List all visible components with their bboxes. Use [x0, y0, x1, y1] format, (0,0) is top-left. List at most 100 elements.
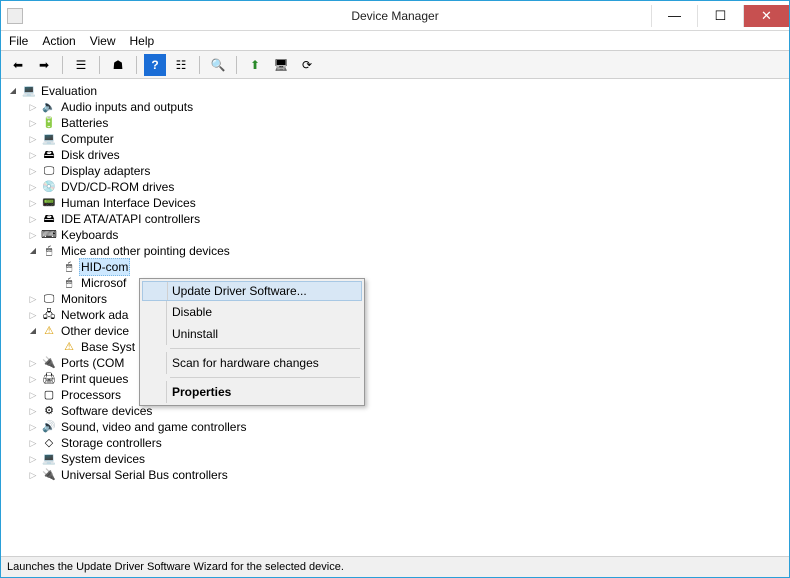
tree-item-label: Other device — [59, 323, 131, 339]
usb-icon: 🔌 — [41, 468, 57, 482]
maximize-button[interactable]: ☐ — [697, 5, 743, 27]
expand-arrow-icon[interactable] — [27, 163, 39, 180]
mouse-icon: 🖱 — [41, 244, 57, 258]
tree-item-sound[interactable]: 🔊 Sound, video and game controllers — [1, 419, 789, 435]
expand-arrow-icon[interactable] — [27, 451, 39, 468]
disable-button[interactable]: ⟳ — [296, 54, 318, 76]
toolbar-icon[interactable]: ☷ — [170, 54, 192, 76]
network-icon: 🖧 — [41, 308, 57, 322]
tree-item-computer[interactable]: 💻 Computer — [1, 131, 789, 147]
expand-arrow-icon[interactable] — [27, 419, 39, 436]
expand-arrow-icon[interactable] — [27, 403, 39, 420]
tree-item-processors[interactable]: ▢ Processors — [1, 387, 789, 403]
uninstall-button[interactable]: 🖥 — [270, 54, 292, 76]
properties-button[interactable]: ☗ — [107, 54, 129, 76]
menu-help[interactable]: Help — [130, 34, 155, 48]
tree-item-dvd[interactable]: 💿 DVD/CD-ROM drives — [1, 179, 789, 195]
tree-item-label: DVD/CD-ROM drives — [59, 179, 176, 195]
disk-icon: 🖴 — [41, 148, 57, 162]
cd-icon: 💿 — [41, 180, 57, 194]
tree-item-base-system[interactable]: ⚠ Base Syst — [1, 339, 789, 355]
tree-item-printqueues[interactable]: 🖨 Print queues — [1, 371, 789, 387]
speaker-icon: 🔈 — [41, 100, 57, 114]
back-button[interactable]: ⬅ — [7, 54, 29, 76]
tree-item-ide[interactable]: 🖴 IDE ATA/ATAPI controllers — [1, 211, 789, 227]
tree-item-label: Human Interface Devices — [59, 195, 198, 211]
expand-arrow-icon[interactable] — [27, 147, 39, 164]
expand-arrow-icon[interactable] — [27, 227, 39, 244]
tree-item-label: Universal Serial Bus controllers — [59, 467, 230, 483]
expand-arrow-icon[interactable] — [27, 291, 39, 308]
tree-item-label: Mice and other pointing devices — [59, 243, 232, 259]
expand-arrow-icon[interactable] — [27, 99, 39, 116]
expand-arrow-icon[interactable] — [27, 387, 39, 404]
tree-item-label: Print queues — [59, 371, 130, 387]
expand-arrow-icon[interactable] — [27, 195, 39, 212]
tree-item-ports[interactable]: 🔌 Ports (COM — [1, 355, 789, 371]
expand-arrow-icon[interactable] — [27, 179, 39, 196]
tree-item-ms-mouse[interactable]: 🖱 Microsof — [1, 275, 789, 291]
warning-icon: ⚠ — [61, 340, 77, 354]
show-hide-tree-button[interactable]: ☰ — [70, 54, 92, 76]
context-menu-properties[interactable]: Properties — [142, 381, 362, 403]
tree-item-other[interactable]: ⚠ Other device — [1, 323, 789, 339]
toolbar-separator — [236, 56, 237, 74]
expand-arrow-icon[interactable] — [27, 467, 39, 484]
expand-arrow-icon[interactable] — [27, 323, 39, 339]
tree-item-usb[interactable]: 🔌 Universal Serial Bus controllers — [1, 467, 789, 483]
expand-arrow-icon[interactable] — [27, 371, 39, 388]
tree-item-label: Disk drives — [59, 147, 122, 163]
tree-item-mice[interactable]: 🖱 Mice and other pointing devices — [1, 243, 789, 259]
context-menu-label: Scan for hardware changes — [172, 356, 319, 370]
tree-item-network[interactable]: 🖧 Network ada — [1, 307, 789, 323]
context-menu: Update Driver Software... Disable Uninst… — [139, 278, 365, 406]
menu-view[interactable]: View — [90, 34, 116, 48]
tree-item-hid-mouse[interactable]: 🖱 HID-com — [1, 259, 789, 275]
expand-arrow-icon[interactable] — [27, 307, 39, 324]
tree-item-system[interactable]: 💻 System devices — [1, 451, 789, 467]
tree-item-label: Keyboards — [59, 227, 120, 243]
expand-arrow-icon[interactable] — [27, 115, 39, 132]
expand-arrow-icon[interactable] — [27, 211, 39, 228]
menu-action[interactable]: Action — [42, 34, 75, 48]
menubar: File Action View Help — [1, 31, 789, 51]
forward-button[interactable]: ➡ — [33, 54, 55, 76]
tree-item-software[interactable]: ⚙ Software devices — [1, 403, 789, 419]
toolbar-separator — [199, 56, 200, 74]
expand-arrow-icon[interactable] — [7, 83, 19, 99]
warning-icon: ⚠ — [41, 324, 57, 338]
tree-item-monitors[interactable]: 🖵 Monitors — [1, 291, 789, 307]
statusbar: Launches the Update Driver Software Wiza… — [1, 557, 789, 577]
tree-root[interactable]: 💻 Evaluation — [1, 83, 789, 99]
expand-arrow-icon[interactable] — [27, 355, 39, 372]
battery-icon: 🔋 — [41, 116, 57, 130]
tree-item-batteries[interactable]: 🔋 Batteries — [1, 115, 789, 131]
minimize-button[interactable]: — — [651, 5, 697, 27]
context-menu-separator — [170, 377, 360, 378]
toolbar-separator — [136, 56, 137, 74]
context-menu-disable[interactable]: Disable — [142, 301, 362, 323]
scan-hardware-button[interactable]: 🔍 — [207, 54, 229, 76]
help-button[interactable]: ? — [144, 54, 166, 76]
expand-arrow-icon[interactable] — [27, 243, 39, 259]
tree-item-diskdrives[interactable]: 🖴 Disk drives — [1, 147, 789, 163]
toolbar-separator — [62, 56, 63, 74]
tree-item-keyboards[interactable]: ⌨ Keyboards — [1, 227, 789, 243]
context-menu-uninstall[interactable]: Uninstall — [142, 323, 362, 345]
sound-icon: 🔊 — [41, 420, 57, 434]
tree-item-audio[interactable]: 🔈 Audio inputs and outputs — [1, 99, 789, 115]
expand-arrow-icon[interactable] — [27, 435, 39, 452]
close-button[interactable]: ✕ — [743, 5, 789, 27]
expand-arrow-icon[interactable] — [27, 131, 39, 148]
context-menu-update-driver[interactable]: Update Driver Software... — [142, 281, 362, 301]
tree-item-display[interactable]: 🖵 Display adapters — [1, 163, 789, 179]
context-menu-scan[interactable]: Scan for hardware changes — [142, 352, 362, 374]
toolbar-separator — [99, 56, 100, 74]
monitor-icon: 🖵 — [41, 292, 57, 306]
tree-item-label: Network ada — [59, 307, 130, 323]
tree-item-storage[interactable]: ◇ Storage controllers — [1, 435, 789, 451]
system-icon: 💻 — [41, 452, 57, 466]
update-driver-button[interactable]: ⬆ — [244, 54, 266, 76]
menu-file[interactable]: File — [9, 34, 28, 48]
tree-item-hid[interactable]: 📟 Human Interface Devices — [1, 195, 789, 211]
